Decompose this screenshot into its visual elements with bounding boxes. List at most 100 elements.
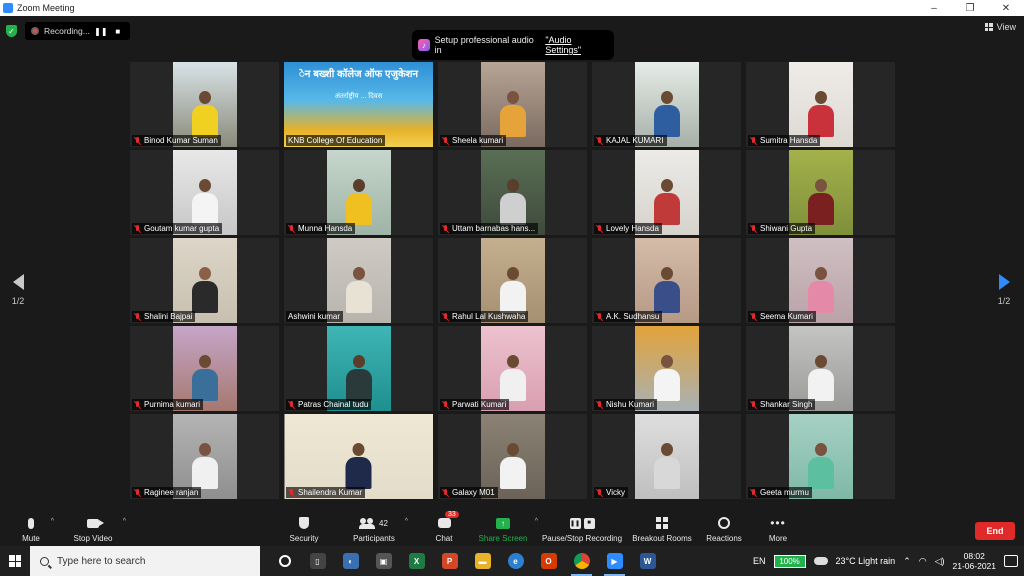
participant-tile[interactable]: KAJAL KUMARI [592, 62, 741, 147]
chat-button[interactable]: 33 Chat [432, 511, 459, 543]
participant-name: Rahul Lal Kushwaha [452, 312, 526, 321]
participant-tile[interactable]: Sumitra Hansda [746, 62, 895, 147]
input-language[interactable]: EN [753, 556, 766, 566]
muted-mic-icon [288, 400, 295, 409]
audio-options-caret-icon[interactable]: ^ [51, 518, 54, 525]
participant-tile[interactable]: Nishu Kumari [592, 326, 741, 411]
participant-name-tag: KAJAL KUMARI [594, 135, 667, 146]
taskbar-app-office[interactable]: O [532, 546, 565, 576]
taskbar-app-chrome[interactable] [565, 546, 598, 576]
stop-video-button[interactable]: Stop Video ^ [70, 516, 127, 543]
mute-button[interactable]: Mute ^ [18, 516, 54, 543]
participant-tile[interactable]: Geeta murmu [746, 414, 895, 499]
taskbar-app-photos[interactable]: ◐ [334, 546, 367, 576]
pause-stop-recording-button[interactable]: ❚❚ ■ Pause/Stop Recording [540, 516, 624, 543]
reactions-button[interactable]: Reactions [705, 516, 743, 543]
audio-settings-link[interactable]: "Audio Settings" [545, 35, 608, 55]
participant-name-tag: Shankar Singh [748, 399, 816, 410]
participant-name-tag: Lovely Hansda [594, 223, 662, 234]
zoom-app-icon [3, 3, 13, 13]
participant-figure [807, 355, 834, 401]
meeting-info: ✓ Recording... ❚❚ ■ [6, 22, 130, 40]
participant-tile[interactable]: Raginee ranjan [130, 414, 279, 499]
start-button[interactable] [0, 546, 30, 576]
cortana-button[interactable] [268, 546, 301, 576]
weather-text[interactable]: 23°C Light rain [836, 556, 896, 566]
participant-name: Munna Hansda [298, 224, 353, 233]
share-screen-button[interactable]: ↑ Share Screen ^ [478, 516, 538, 543]
participant-figure [345, 267, 372, 313]
taskbar-app-file-explorer[interactable]: ▬ [466, 546, 499, 576]
pause-recording-icon[interactable]: ❚❚ [94, 25, 107, 37]
more-button[interactable]: ••• More [766, 516, 790, 543]
participant-tile[interactable]: Shalini Bajpai [130, 238, 279, 323]
end-meeting-button[interactable]: End [975, 522, 1015, 540]
network-icon[interactable]: ⌃ [903, 556, 911, 567]
weather-cloud-icon [813, 557, 828, 565]
participant-name-tag: Binod Kumar Suman [132, 135, 221, 146]
stop-recording-icon[interactable]: ■ [112, 25, 124, 37]
participant-tile[interactable]: Vicky [592, 414, 741, 499]
muted-mic-icon [288, 224, 295, 233]
participant-tile[interactable]: Patras Chainal tudu [284, 326, 433, 411]
participant-name: Nishu Kumari [606, 400, 655, 409]
chat-unread-badge: 33 [445, 511, 459, 518]
breakout-rooms-button[interactable]: Breakout Rooms [632, 516, 692, 543]
participant-tile[interactable]: Uttam barnabas hans... [438, 150, 587, 235]
taskbar-app-powerpoint[interactable]: P [433, 546, 466, 576]
volume-icon[interactable]: ◁) [935, 556, 945, 567]
next-page-button[interactable]: 1/2 [994, 274, 1014, 306]
minimize-button[interactable]: – [916, 3, 952, 14]
chat-label: Chat [435, 534, 453, 543]
participant-tile[interactable]: ेन बख्शी कॉलेज ऑफ एजुकेशन अंतर्राष्ट्रीय … [284, 62, 433, 147]
taskbar-app-word[interactable]: W [631, 546, 664, 576]
participant-tile[interactable]: Munna Hansda [284, 150, 433, 235]
muted-mic-icon [596, 400, 603, 409]
participant-tile[interactable]: Goutam kumar gupta [130, 150, 279, 235]
participant-figure [499, 179, 526, 225]
maximize-button[interactable]: ❐ [952, 3, 988, 14]
taskbar-app-excel[interactable]: X [400, 546, 433, 576]
encryption-shield-icon[interactable]: ✓ [6, 25, 17, 37]
close-button[interactable]: ✕ [988, 3, 1024, 14]
gallery-grid-icon [984, 23, 993, 31]
participant-tile[interactable]: Rahul Lal Kushwaha [438, 238, 587, 323]
participant-tile[interactable]: Shankar Singh [746, 326, 895, 411]
notification-center-icon[interactable] [1004, 555, 1018, 567]
participant-tile[interactable]: Shailendra Kumar [284, 414, 433, 499]
participant-name-tag: Shailendra Kumar [286, 487, 366, 498]
participant-tile[interactable]: Sheela kumari [438, 62, 587, 147]
share-options-caret-icon[interactable]: ^ [535, 518, 538, 525]
previous-page-button[interactable]: 1/2 [8, 274, 28, 306]
participants-caret-icon[interactable]: ^ [405, 518, 408, 525]
participant-tile[interactable]: Seema Kumari [746, 238, 895, 323]
task-view-button[interactable]: ▯ [301, 546, 334, 576]
participant-name: Purnima kumari [144, 400, 201, 409]
participant-tile[interactable]: Galaxy M01 [438, 414, 587, 499]
battery-indicator[interactable]: 100% [773, 554, 806, 568]
muted-mic-icon [442, 400, 449, 409]
taskbar-app-zoom[interactable]: ▶ [598, 546, 631, 576]
taskbar-app-edge[interactable]: e [499, 546, 532, 576]
participant-tile[interactable]: Ashwini kumar [284, 238, 433, 323]
arrow-right-icon [998, 274, 1010, 290]
security-label: Security [289, 534, 319, 543]
participant-tile[interactable]: Parwati Kumari [438, 326, 587, 411]
participants-icon [359, 518, 376, 529]
participant-figure [499, 267, 526, 313]
participant-tile[interactable]: A.K. Sudhansu [592, 238, 741, 323]
participant-tile[interactable]: Purnima kumari [130, 326, 279, 411]
system-tray: EN 100% 23°C Light rain ⌃ ◠ ◁) 08:02 21-… [753, 551, 1024, 571]
participants-button[interactable]: 42 Participants ^ [350, 516, 408, 543]
video-options-caret-icon[interactable]: ^ [123, 518, 126, 525]
taskbar-search-box[interactable]: Type here to search [30, 546, 260, 576]
wifi-icon[interactable]: ◠ [919, 556, 927, 567]
taskbar-app-store[interactable]: ▣ [367, 546, 400, 576]
participant-tile[interactable]: Binod Kumar Suman [130, 62, 279, 147]
security-button[interactable]: Security [286, 516, 322, 543]
view-button[interactable]: View [984, 22, 1016, 32]
participant-tile[interactable]: Lovely Hansda [592, 150, 741, 235]
participant-tile[interactable]: Shiwani Gupta [746, 150, 895, 235]
system-clock[interactable]: 08:02 21-06-2021 [953, 551, 996, 571]
participant-figure [653, 267, 680, 313]
